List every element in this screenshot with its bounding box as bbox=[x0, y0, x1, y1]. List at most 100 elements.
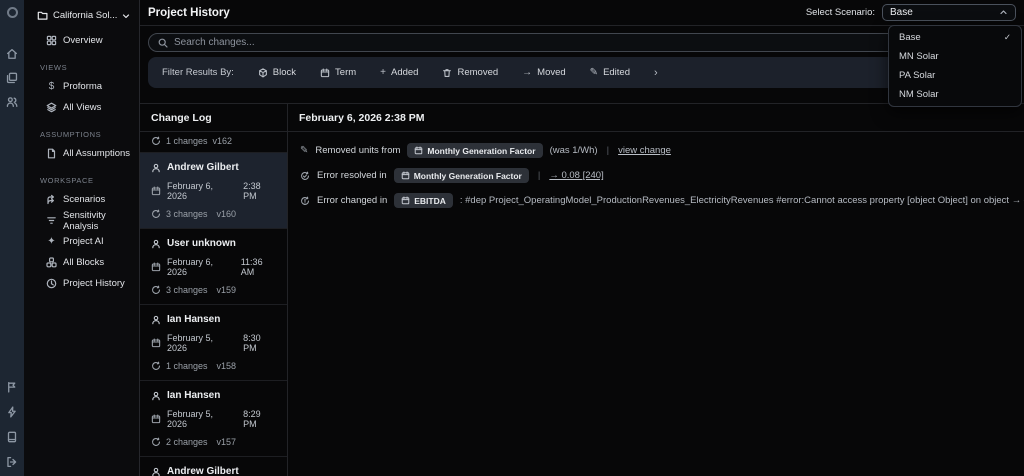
filter-funnel-icon bbox=[46, 215, 57, 226]
versions-icon bbox=[151, 209, 161, 219]
sidebar-item-all-views[interactable]: All Views bbox=[24, 97, 139, 118]
block-chip[interactable]: EBITDA bbox=[394, 193, 453, 208]
topbar: Project History Select Scenario: Base bbox=[140, 0, 1024, 26]
change-log-pane: Change Log 1 changes v162 Andrew Gilbert… bbox=[140, 104, 288, 476]
branch-icon bbox=[46, 194, 57, 205]
dropdown-option-mn-solar[interactable]: MN Solar bbox=[889, 47, 1021, 66]
zap-icon[interactable] bbox=[6, 406, 18, 418]
sidebar-item-project-ai[interactable]: ✦ Project AI bbox=[24, 231, 139, 252]
scenario-select-value: Base bbox=[890, 7, 913, 18]
calendar-icon bbox=[151, 262, 161, 272]
entry-time: 11:36 AM bbox=[240, 257, 263, 277]
view-change-link[interactable]: view change bbox=[618, 145, 671, 156]
entry-time: 8:29 PM bbox=[243, 409, 261, 429]
calendar-icon bbox=[401, 171, 410, 180]
filter-removed-button[interactable]: Removed bbox=[442, 67, 498, 78]
entry-user: Andrew Gilbert bbox=[167, 466, 239, 476]
change-log-title: Change Log bbox=[140, 104, 287, 132]
entry-date: February 6, 2026 bbox=[167, 257, 214, 277]
file-icon bbox=[46, 148, 57, 159]
sidebar-item-all-blocks[interactable]: All Blocks bbox=[24, 252, 139, 273]
sparkle-icon: ✦ bbox=[47, 236, 56, 247]
logout-icon[interactable] bbox=[6, 456, 18, 468]
chip-label: Monthly Generation Factor bbox=[427, 145, 536, 156]
sidebar-item-label: Scenarios bbox=[63, 194, 106, 205]
block-chip[interactable]: Monthly Generation Factor bbox=[393, 168, 529, 183]
change-log-entry[interactable]: Andrew Gilbert February 4, 20263:21 PM 2… bbox=[140, 457, 287, 476]
sidebar-item-label: Overview bbox=[63, 35, 103, 46]
change-log-entry[interactable]: Ian Hansen February 5, 2026 8:29 PM 2 cha… bbox=[140, 381, 287, 457]
plus-icon: + bbox=[380, 67, 386, 78]
users-icon[interactable] bbox=[6, 96, 18, 108]
filter-edited-button[interactable]: ✎ Edited bbox=[590, 67, 630, 78]
person-icon bbox=[151, 163, 161, 173]
entry-user: Andrew Gilbert bbox=[167, 162, 239, 173]
sidebar-item-proforma[interactable]: $ Proforma bbox=[24, 76, 139, 97]
calendar-icon bbox=[320, 68, 330, 78]
dropdown-option-base[interactable]: Base ✓ bbox=[889, 28, 1021, 47]
dollar-icon: $ bbox=[48, 81, 55, 92]
changes-count: 2 changes bbox=[166, 437, 208, 447]
search-icon bbox=[158, 38, 168, 48]
docs-book-icon[interactable] bbox=[6, 431, 18, 443]
change-action: Error changed in bbox=[317, 195, 388, 206]
sidebar-item-all-assumptions[interactable]: All Assumptions bbox=[24, 143, 139, 164]
dropdown-option-nm-solar[interactable]: NM Solar bbox=[889, 85, 1021, 104]
filter-term-button[interactable]: Term bbox=[320, 67, 356, 78]
change-log-entry[interactable]: Ian Hansen February 5, 2026 8:30 PM 1 cha… bbox=[140, 305, 287, 381]
change-log-entry[interactable]: Andrew Gilbert February 6, 2026 2:38 PM 3… bbox=[140, 153, 287, 229]
entry-date: February 5, 2026 bbox=[167, 333, 214, 353]
main-area: Project History Select Scenario: Base Fi… bbox=[140, 0, 1024, 476]
person-icon bbox=[151, 239, 161, 249]
filter-label: Added bbox=[391, 67, 419, 78]
option-label: MN Solar bbox=[899, 51, 939, 62]
entry-time: 8:30 PM bbox=[243, 333, 261, 353]
option-label: NM Solar bbox=[899, 89, 939, 100]
trash-icon bbox=[442, 68, 452, 78]
home-icon[interactable] bbox=[6, 48, 18, 60]
versions-icon bbox=[151, 136, 161, 146]
icon-rail bbox=[0, 0, 24, 476]
change-action: Error resolved in bbox=[317, 170, 387, 181]
filter-block-button[interactable]: Block bbox=[258, 67, 296, 78]
change-log-entry-partial[interactable]: 1 changes v162 bbox=[140, 132, 287, 153]
scenario-select[interactable]: Base bbox=[882, 4, 1016, 21]
section-assumptions: ASSUMPTIONS bbox=[40, 130, 102, 139]
person-icon bbox=[151, 391, 161, 401]
search-input[interactable] bbox=[174, 37, 1006, 48]
change-detail-text: (was 1/Wh) bbox=[549, 145, 598, 156]
sidebar-item-label: All Assumptions bbox=[63, 148, 131, 159]
filter-moved-button[interactable]: → Moved bbox=[522, 67, 566, 78]
calendar-icon bbox=[414, 146, 423, 155]
filter-label: Removed bbox=[457, 67, 499, 78]
filter-results-label: Filter Results By: bbox=[162, 67, 234, 78]
entry-user: Ian Hansen bbox=[167, 390, 221, 401]
sidebar-item-sensitivity-analysis[interactable]: Sensitivity Analysis bbox=[24, 210, 139, 232]
filters-more-chevron[interactable]: › bbox=[654, 67, 658, 79]
changes-count: 1 changes bbox=[166, 361, 208, 371]
sidebar-item-scenarios[interactable]: Scenarios bbox=[24, 189, 139, 210]
select-scenario-label: Select Scenario: bbox=[805, 7, 875, 18]
search-bar bbox=[148, 33, 1016, 52]
change-log-entry[interactable]: User unknown February 6, 2026 11:36 AM 3 … bbox=[140, 229, 287, 305]
entry-date: February 6, 2026 bbox=[167, 181, 214, 201]
sidebar-item-project-history[interactable]: Project History bbox=[24, 273, 139, 294]
block-chip[interactable]: Monthly Generation Factor bbox=[407, 143, 543, 158]
sidebar-item-label: All Blocks bbox=[63, 257, 105, 268]
version-label: v162 bbox=[212, 136, 233, 146]
clock-icon bbox=[46, 278, 57, 289]
changes-count: 3 changes bbox=[166, 209, 208, 219]
project-switcher[interactable]: California Sol... bbox=[24, 0, 139, 30]
pencil-icon: ✎ bbox=[589, 67, 599, 78]
filter-label: Moved bbox=[537, 67, 566, 78]
sidebar-item-overview[interactable]: Overview bbox=[24, 30, 139, 51]
versions-icon bbox=[151, 361, 161, 371]
filter-added-button[interactable]: + Added bbox=[380, 67, 418, 78]
resolved-value-link[interactable]: → 0.08 [240] bbox=[549, 170, 603, 181]
chip-label: Monthly Generation Factor bbox=[413, 170, 522, 181]
feedback-flag-icon[interactable] bbox=[6, 381, 18, 393]
dropdown-option-pa-solar[interactable]: PA Solar bbox=[889, 66, 1021, 85]
projects-icon[interactable] bbox=[6, 72, 18, 84]
changed-icon bbox=[300, 196, 310, 206]
section-views: VIEWS bbox=[40, 63, 68, 72]
